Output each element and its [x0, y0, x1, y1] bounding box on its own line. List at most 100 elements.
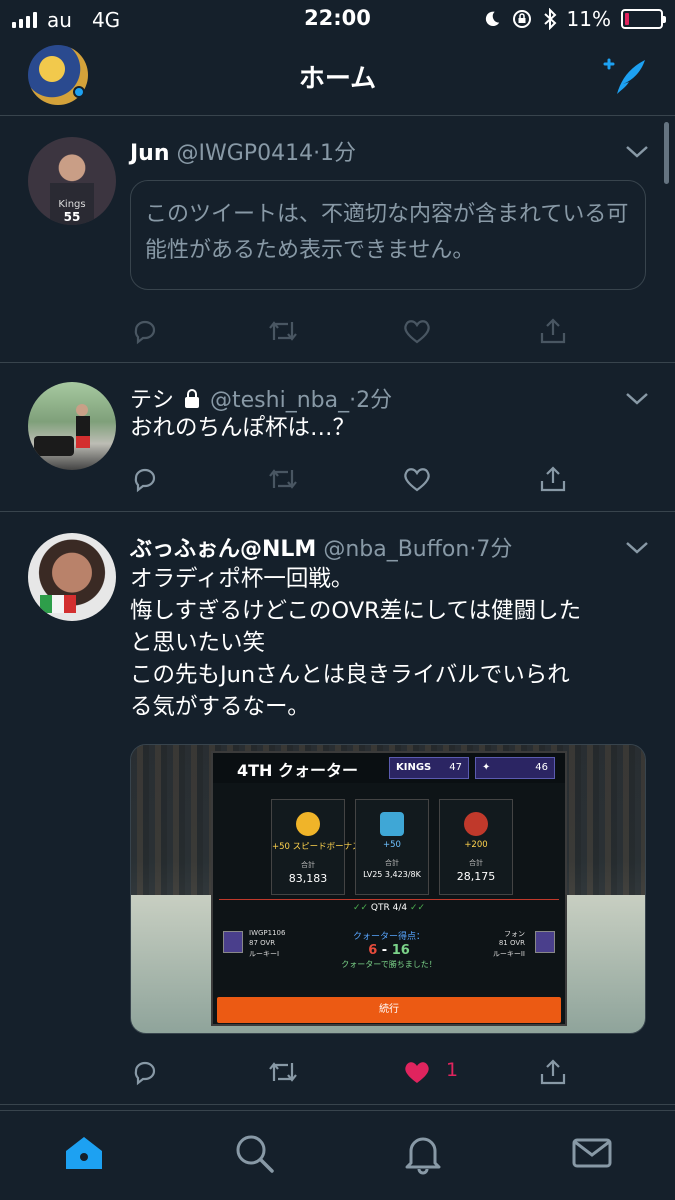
tweet-text-line: オラディポ杯一回戦。 — [130, 566, 354, 592]
tweet-avatar[interactable] — [28, 533, 116, 621]
tweet-actions — [130, 462, 580, 496]
tweet-header: Jun @IWGP0414·1分 — [130, 135, 615, 167]
retweet-icon[interactable] — [266, 314, 300, 348]
share-icon[interactable] — [538, 314, 572, 348]
battery-percent: 11% — [566, 7, 611, 31]
tweet-text-line: る気がするなー。 — [130, 694, 310, 720]
withheld-notice: このツイートは、不適切な内容が含まれている可能性があるため表示できません。 — [130, 180, 646, 290]
compose-tweet-icon[interactable] — [601, 54, 649, 98]
lock-icon — [185, 389, 200, 408]
messages-icon[interactable] — [570, 1131, 614, 1175]
card2-value: 3,423/8K — [384, 870, 421, 879]
display-name[interactable]: Jun — [130, 141, 170, 166]
team2-score: 46 — [535, 762, 548, 773]
card3-value: 28,175 — [456, 870, 496, 883]
like-button[interactable]: 1 — [402, 1055, 482, 1089]
tweet-actions: 1 — [130, 1055, 580, 1089]
chevron-down-icon[interactable] — [625, 145, 649, 159]
notifications-bell-icon[interactable] — [401, 1131, 445, 1175]
score-area: IWGP1106 87 OVR ルーキーI クォーター得点： 6 - 16 クォ… — [213, 921, 565, 991]
hornets-logo-icon: ✦ — [482, 762, 491, 773]
team1-score: 47 — [449, 762, 462, 773]
team1-score-box: KINGS 47 — [389, 757, 469, 779]
retweet-icon[interactable] — [266, 1055, 300, 1089]
status-right: 11% — [483, 7, 666, 31]
card3-bonus: +200 — [464, 840, 488, 850]
reply-icon[interactable] — [130, 1055, 164, 1089]
top-header: ホーム — [0, 40, 675, 116]
bluetooth-icon — [543, 8, 556, 30]
quarter-result: クォーターで勝ちました！ — [341, 960, 437, 969]
tweet-1[interactable]: Kings 55 Jun @IWGP0414·1分 このツイートは、不適切な内容… — [0, 117, 675, 363]
tweet-avatar[interactable]: Kings 55 — [28, 137, 116, 225]
continue-button: 続行 — [217, 997, 561, 1023]
card2-level: LV25 — [363, 870, 383, 879]
jersey-image: Kings 55 — [50, 183, 94, 225]
person-image — [34, 404, 90, 456]
tweet-time: ·2分 — [349, 388, 393, 413]
basketball-icon — [296, 812, 320, 836]
team1-logo: KINGS — [396, 762, 432, 773]
liked-heart-icon — [405, 1062, 429, 1083]
tweet-text: おれのちんぽ杯は…？ — [130, 415, 356, 441]
retweet-icon — [266, 462, 300, 496]
share-icon[interactable] — [538, 462, 572, 496]
tweet-avatar[interactable] — [28, 382, 116, 470]
qtr-indicator: ✓✓ QTR 4/4 ✓✓ — [352, 903, 426, 913]
moon-icon — [485, 11, 499, 27]
arrow-up-icon — [380, 812, 404, 836]
tweet-text-line: と思いたい笑 — [130, 630, 266, 656]
tweet-time: ·1分 — [313, 141, 357, 166]
card1-bonus: +50 スピードボーナス — [272, 842, 361, 852]
bottom-tab-bar — [0, 1110, 675, 1200]
tweet-actions — [130, 314, 580, 348]
like-icon[interactable] — [402, 314, 436, 348]
bonus-card-1: +50 スピードボーナス 合計 83,183 — [271, 799, 361, 895]
display-name[interactable]: ぶっふぉん@NLM — [130, 537, 316, 562]
tweet-3[interactable]: ぶっふぉん@NLM @nba_Buffon·7分 オラディポ杯一回戦。 悔しすぎ… — [0, 513, 675, 1105]
quarter-title: 4TH クォーター — [237, 761, 359, 780]
tweet-media-image[interactable]: 4TH クォーター KINGS 47 ✦ 46 +50 スピードボーナス 合計 … — [130, 744, 646, 1034]
page-title: ホーム — [298, 64, 377, 94]
user-handle[interactable]: @teshi_nba_ — [210, 388, 349, 413]
scrollbar[interactable] — [664, 122, 669, 184]
tweet-text: オラディポ杯一回戦。 悔しすぎるけどこのOVR差にしては健闘した と思いたい笑 … — [130, 563, 640, 723]
player2-name: フォン — [504, 930, 525, 938]
status-bar: au 4G 22:00 11% — [0, 0, 675, 40]
flag-badge — [40, 595, 76, 613]
player2-rank: ルーキーII — [492, 950, 525, 958]
card2-label: 合計 — [385, 859, 399, 867]
tweet-header: ぶっふぉん@NLM @nba_Buffon·7分 — [130, 531, 615, 563]
reply-icon[interactable] — [130, 314, 164, 348]
card1-label: 合計 — [301, 861, 315, 869]
bonus-card-2: +50 合計 LV25 3,423/8K — [355, 799, 429, 895]
like-icon[interactable] — [402, 462, 436, 496]
tweet-header: テシ @teshi_nba_·2分 — [130, 382, 615, 414]
card2-progress: LV25 3,423/8K — [356, 870, 428, 879]
tweet-text-line: この先もJunさんとは良きライバルでいられ — [130, 662, 570, 688]
tweet-2[interactable]: テシ @teshi_nba_·2分 おれのちんぽ杯は…？ — [0, 364, 675, 512]
home-icon[interactable] — [62, 1131, 106, 1175]
user-handle[interactable]: @nba_Buffon — [323, 537, 469, 562]
card2-bonus: +50 — [383, 840, 401, 850]
search-icon[interactable] — [232, 1131, 276, 1175]
tweet-text-line: 悔しすぎるけどこのOVR差にしては健闘した — [130, 598, 582, 624]
player2-ovr: 81 OVR — [498, 939, 525, 947]
like-count: 1 — [446, 1059, 459, 1081]
user-handle[interactable]: @IWGP0414 — [177, 141, 314, 166]
fire-ball-icon — [464, 812, 488, 836]
display-name[interactable]: テシ — [130, 388, 174, 413]
share-icon[interactable] — [538, 1055, 572, 1089]
divider — [219, 899, 559, 900]
chevron-down-icon[interactable] — [625, 392, 649, 406]
svg-text:55: 55 — [64, 210, 81, 224]
reply-icon[interactable] — [130, 462, 164, 496]
game-topbar: 4TH クォーター KINGS 47 ✦ 46 — [213, 753, 565, 783]
battery-icon — [621, 9, 666, 29]
rotation-lock-icon — [512, 10, 531, 28]
chevron-down-icon[interactable] — [625, 541, 649, 555]
team2-score-box: ✦ 46 — [475, 757, 555, 779]
score-sep: - — [381, 943, 388, 958]
qtr-label: QTR 4/4 — [370, 903, 408, 913]
hornets-team-icon — [535, 931, 555, 953]
